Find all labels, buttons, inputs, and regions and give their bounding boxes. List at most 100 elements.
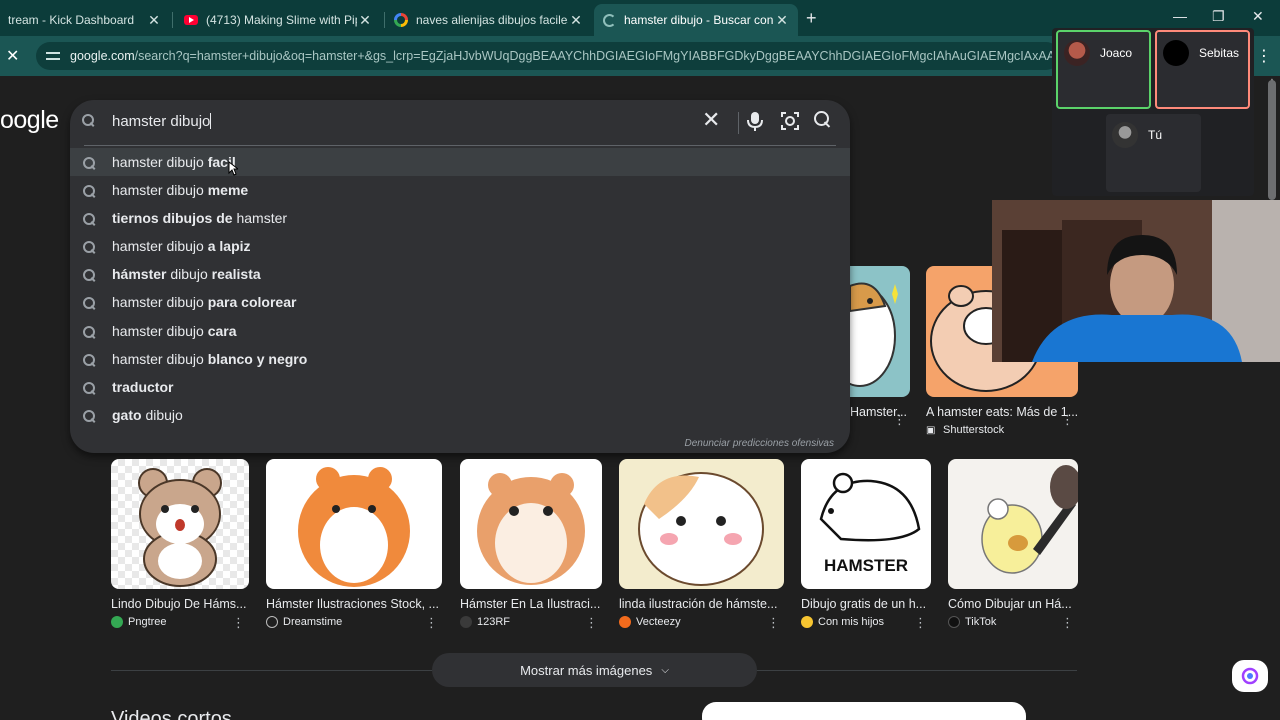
- image-title[interactable]: Dibujo gratis de un h...: [801, 597, 931, 611]
- close-window-icon[interactable]: ✕: [1252, 8, 1264, 25]
- search-query-text: hamster dibujo: [112, 113, 211, 130]
- minimize-icon[interactable]: —: [1173, 8, 1187, 24]
- more-options-icon[interactable]: ⋮: [1061, 615, 1074, 631]
- suggestion-item[interactable]: hamster dibujo meme: [70, 176, 850, 204]
- participant-tile-sebitas[interactable]: Sebitas: [1155, 30, 1250, 109]
- suggestion-list: hamster dibujo facil hamster dibujo meme…: [70, 148, 850, 429]
- image-title[interactable]: Lindo Dibujo De Háms...: [111, 597, 249, 611]
- suggestion-text: tiernos dibujos de hamster: [112, 210, 288, 227]
- hamster-drawing-lettering: HAMSTER: [824, 556, 908, 575]
- image-thumbnail[interactable]: [948, 459, 1078, 589]
- image-result[interactable]: Cómo Dibujar un Há... TikTok ⋮: [948, 459, 1078, 631]
- image-source-name: Vecteezy: [636, 616, 681, 628]
- search-icon: [83, 156, 95, 172]
- report-predictions-link[interactable]: Denunciar predicciones ofensivas: [684, 438, 834, 449]
- suggestion-text: hamster dibujo para colorear: [112, 294, 297, 311]
- suggestion-item[interactable]: gato dibujo: [70, 401, 850, 429]
- suggestion-item[interactable]: tiernos dibujos de hamster: [70, 204, 850, 232]
- search-icon: [83, 184, 95, 200]
- search-icon: [83, 325, 95, 341]
- image-thumbnail[interactable]: HAMSTER: [801, 459, 931, 589]
- more-options-icon[interactable]: ⋮: [585, 615, 598, 631]
- more-options-icon[interactable]: ⋮: [767, 615, 780, 631]
- image-result[interactable]: Lindo Dibujo De Háms... Pngtree ⋮: [111, 459, 249, 631]
- suggestion-item[interactable]: hamster dibujo facil: [70, 148, 850, 177]
- restore-icon[interactable]: ❐: [1212, 8, 1225, 25]
- image-source[interactable]: ▣ Shutterstock: [926, 424, 1078, 436]
- search-icon: [83, 212, 95, 228]
- site-settings-icon[interactable]: [46, 50, 60, 62]
- voice-search-icon[interactable]: [746, 110, 764, 132]
- url-field[interactable]: google.com/search?q=hamster+dibujo&oq=ha…: [36, 42, 1060, 70]
- loading-spinner-icon: [602, 13, 616, 27]
- image-source[interactable]: Vecteezy: [619, 616, 784, 628]
- more-options-icon[interactable]: ⋮: [425, 615, 438, 631]
- search-box[interactable]: hamster dibujo ✕: [70, 100, 850, 144]
- image-title[interactable]: A hamster eats: Más de 1...: [926, 405, 1078, 419]
- search-submit-icon[interactable]: [814, 111, 830, 132]
- suggestion-item[interactable]: hamster dibujo para colorear: [70, 288, 850, 316]
- more-options-icon[interactable]: ⋮: [232, 615, 245, 631]
- image-source[interactable]: Dreamstime: [266, 616, 442, 628]
- shutterstock-icon: ▣: [926, 424, 936, 436]
- suggestion-text: hamster dibujo facil: [112, 154, 236, 170]
- image-thumbnail[interactable]: [619, 459, 784, 589]
- image-result[interactable]: Hámster En La Ilustraci... 123RF ⋮: [460, 459, 602, 631]
- tab-title: tream - Kick Dashboard: [8, 13, 135, 27]
- show-more-images-button[interactable]: Mostrar más imágenes ⌵: [432, 653, 757, 687]
- more-options-icon[interactable]: ⋮: [914, 615, 927, 631]
- image-result[interactable]: Hámster Ilustraciones Stock, ... Dreamst…: [266, 459, 442, 631]
- search-input[interactable]: hamster dibujo: [112, 113, 212, 130]
- image-title[interactable]: Cómo Dibujar un Há...: [948, 597, 1078, 611]
- image-title[interactable]: linda ilustración de hámste...: [619, 597, 784, 611]
- image-result[interactable]: Hamster... ⋮: [850, 266, 910, 427]
- image-result[interactable]: linda ilustración de hámste... Vecteezy …: [619, 459, 784, 631]
- image-source[interactable]: Con mis hijos: [801, 616, 931, 628]
- tab-youtube[interactable]: (4713) Making Slime with Pipin ✕: [176, 4, 381, 36]
- image-thumbnail[interactable]: [111, 459, 249, 589]
- close-icon[interactable]: ✕: [357, 12, 373, 29]
- image-thumbnail[interactable]: [850, 266, 910, 397]
- tab-hamster-dibujo[interactable]: hamster dibujo - Buscar con Go ✕: [594, 4, 798, 36]
- image-source[interactable]: Pngtree: [111, 616, 249, 628]
- image-title[interactable]: Hámster Ilustraciones Stock, ...: [266, 597, 442, 611]
- image-result[interactable]: HAMSTER Dibujo gratis de un h... Con mis…: [801, 459, 931, 631]
- participant-tile-you[interactable]: Tú: [1106, 114, 1201, 192]
- show-more-label: Mostrar más imágenes: [520, 662, 653, 678]
- more-options-icon[interactable]: ⋮: [893, 412, 906, 428]
- google-logo[interactable]: oogle: [0, 106, 59, 135]
- close-icon[interactable]: ✕: [146, 12, 162, 29]
- tab-separator: [384, 12, 385, 28]
- pngtree-icon: [111, 616, 123, 628]
- lens-search-icon[interactable]: [780, 110, 800, 132]
- stop-loading-icon[interactable]: ✕: [6, 46, 19, 66]
- image-thumbnail[interactable]: [460, 459, 602, 589]
- tab-title: (4713) Making Slime with Pipin: [206, 13, 357, 27]
- new-tab-button[interactable]: +: [806, 8, 817, 29]
- video-filter-bar[interactable]: [702, 702, 1026, 720]
- tab-title: naves alienijas dibujos faciles -: [416, 13, 568, 27]
- suggestion-item[interactable]: hamster dibujo blanco y negro: [70, 345, 850, 373]
- image-title[interactable]: Hámster En La Ilustraci...: [460, 597, 602, 611]
- tab-naves-alienijas[interactable]: naves alienijas dibujos faciles - ✕: [386, 4, 592, 36]
- clear-search-button[interactable]: ✕: [702, 109, 720, 131]
- suggestion-item[interactable]: hamster dibujo cara: [70, 317, 850, 345]
- more-options-icon[interactable]: ⋮: [1061, 412, 1074, 428]
- tab-separator: [172, 12, 173, 28]
- image-source[interactable]: TikTok: [948, 616, 1078, 628]
- more-menu-icon[interactable]: ⋮: [1256, 46, 1272, 66]
- tab-kick-dashboard[interactable]: tream - Kick Dashboard ✕: [0, 4, 170, 36]
- participant-tile-joaco[interactable]: Joaco: [1056, 30, 1151, 109]
- assistant-floating-icon[interactable]: [1232, 660, 1268, 692]
- image-thumbnail[interactable]: [266, 459, 442, 589]
- tiktok-icon: [948, 616, 960, 628]
- suggestion-item[interactable]: hámster dibujo realista: [70, 260, 850, 288]
- dreamstime-icon: [266, 616, 278, 628]
- vecteezy-icon: [619, 616, 631, 628]
- image-source[interactable]: 123RF: [460, 616, 602, 628]
- suggestion-item[interactable]: traductor: [70, 373, 850, 401]
- page-scrollbar[interactable]: [1268, 80, 1276, 200]
- close-icon[interactable]: ✕: [568, 12, 584, 29]
- close-icon[interactable]: ✕: [774, 12, 790, 29]
- suggestion-item[interactable]: hamster dibujo a lapiz: [70, 232, 850, 260]
